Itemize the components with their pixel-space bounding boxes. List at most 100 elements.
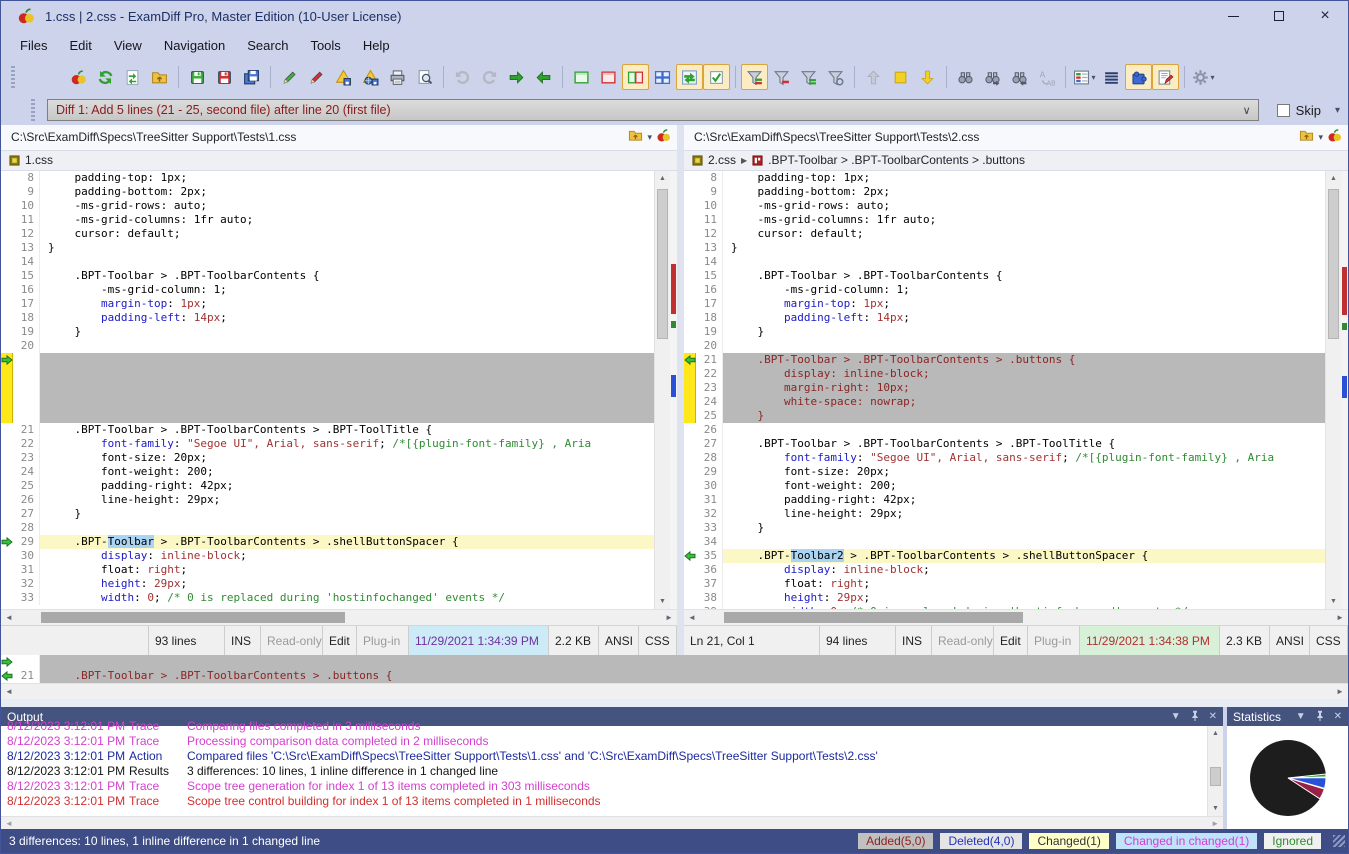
code-text[interactable]: -ms-grid-rows: auto; <box>723 199 1325 213</box>
output-row[interactable]: 8/12/2023 3:12:01 PMTraceComparing files… <box>1 719 1207 734</box>
breadcrumb-item[interactable]: .BPT-Toolbar > .BPT-ToolbarContents > .b… <box>768 153 1025 167</box>
close-button[interactable]: × <box>1302 1 1348 31</box>
code-text[interactable] <box>40 339 654 353</box>
code-text[interactable]: padding-left: 14px; <box>723 311 1325 325</box>
open-files-button[interactable] <box>146 64 173 90</box>
code-text[interactable]: padding-bottom: 2px; <box>40 185 654 199</box>
chevron-down-icon[interactable]: ▾ <box>647 132 652 143</box>
code-text[interactable] <box>723 255 1325 269</box>
toolbar-grip[interactable] <box>11 66 15 88</box>
output-row[interactable]: 8/12/2023 3:12:01 PMActionCompared files… <box>1 749 1207 764</box>
editor-options-button[interactable] <box>1152 64 1179 90</box>
code-text[interactable]: -ms-grid-column: 1; <box>723 283 1325 297</box>
compare-icon[interactable] <box>1327 128 1342 146</box>
menu-help[interactable]: Help <box>352 34 401 57</box>
output-row[interactable]: 8/12/2023 3:12:01 PMTraceScope tree cont… <box>1 794 1207 809</box>
menu-search[interactable]: Search <box>236 34 299 57</box>
code-text[interactable]: display: inline-block; <box>723 563 1325 577</box>
open-file-icon[interactable] <box>1299 128 1314 146</box>
scroll-left-icon[interactable]: ◄ <box>684 613 700 622</box>
scroll-left-icon[interactable]: ◄ <box>1 687 17 696</box>
code-text[interactable]: .BPT-Toolbar > .BPT-ToolbarContents > .s… <box>40 535 654 549</box>
first-diff-map[interactable] <box>670 171 677 609</box>
scroll-down-icon[interactable]: ▼ <box>1326 594 1341 609</box>
grid-view-button[interactable] <box>649 64 676 90</box>
second-vertical-scrollbar[interactable]: ▲▼ <box>1325 171 1341 609</box>
pin-icon[interactable] <box>1315 710 1325 724</box>
current-diff-horizontal-scrollbar[interactable]: ◄► <box>1 683 1348 699</box>
code-text[interactable]: display: inline-block; <box>40 549 654 563</box>
second-horizontal-scrollbar[interactable]: ◄► <box>684 609 1348 625</box>
code-text[interactable]: } <box>723 325 1325 339</box>
code-text[interactable]: width: 0; /* 0 is replaced during 'hosti… <box>40 591 654 605</box>
menu-edit[interactable]: Edit <box>58 34 102 57</box>
first-vertical-scrollbar[interactable]: ▲▼ <box>654 171 670 609</box>
close-panel-icon[interactable]: ✕ <box>1209 711 1217 722</box>
settings-button[interactable]: ▾ <box>1190 64 1217 90</box>
code-text[interactable]: } <box>40 241 654 255</box>
diffbar-grip[interactable] <box>31 99 35 121</box>
plugins-button[interactable] <box>1125 64 1152 90</box>
save-first-button[interactable] <box>184 64 211 90</box>
code-text[interactable]: .BPT-Toolbar > .BPT-ToolbarContents { <box>40 269 654 283</box>
scroll-right-icon[interactable]: ► <box>1332 613 1348 622</box>
scroll-thumb[interactable] <box>1328 189 1339 339</box>
breadcrumb-item[interactable]: 2.css <box>708 153 736 167</box>
code-text[interactable] <box>723 535 1325 549</box>
filter-search-button[interactable] <box>822 64 849 90</box>
code-text[interactable]: } <box>723 409 1325 423</box>
code-text[interactable]: cursor: default; <box>40 227 654 241</box>
output-vertical-scrollbar[interactable]: ▲ ▼ <box>1207 726 1223 816</box>
pane-splitter[interactable] <box>677 125 684 655</box>
filter-changed-button[interactable] <box>795 64 822 90</box>
print-button[interactable] <box>384 64 411 90</box>
scroll-thumb[interactable] <box>1210 767 1221 787</box>
swap-files-button[interactable] <box>119 64 146 90</box>
diff-selector-combo[interactable]: Diff 1: Add 5 lines (21 - 25, second fil… <box>47 99 1259 121</box>
save-both-button[interactable] <box>238 64 265 90</box>
chevron-down-icon[interactable]: ▾ <box>1318 132 1323 143</box>
chevron-down-icon[interactable]: ∨ <box>1236 104 1258 117</box>
code-text[interactable]: margin-right: 10px; <box>723 381 1325 395</box>
code-text[interactable] <box>40 353 654 367</box>
diff-type-badge[interactable]: Deleted(4,0) <box>940 833 1022 849</box>
save-second-button[interactable] <box>211 64 238 90</box>
scroll-right-icon[interactable]: ► <box>1211 819 1219 828</box>
code-text[interactable] <box>40 395 654 409</box>
first-horizontal-scrollbar[interactable]: ◄► <box>1 609 677 625</box>
find-button[interactable] <box>952 64 979 90</box>
output-row[interactable]: 8/12/2023 3:12:01 PMTraceScope tree gene… <box>1 779 1207 794</box>
scroll-thumb[interactable] <box>657 189 668 339</box>
code-text[interactable]: font-family: "Segoe UI", Arial, sans-ser… <box>723 451 1325 465</box>
output-row[interactable]: 8/12/2023 3:12:01 PMTraceProcessing comp… <box>1 734 1207 749</box>
code-text[interactable]: font-weight: 200; <box>723 479 1325 493</box>
view-options-button[interactable]: ▾ <box>1071 64 1098 90</box>
code-text[interactable]: } <box>723 521 1325 535</box>
diff-type-badge[interactable]: Changed in changed(1) <box>1116 833 1257 849</box>
code-text[interactable]: .BPT-Toolbar > .BPT-ToolbarContents { <box>723 269 1325 283</box>
code-text[interactable]: } <box>723 241 1325 255</box>
minimize-button[interactable] <box>1210 1 1256 31</box>
scroll-up-icon[interactable]: ▲ <box>655 171 670 186</box>
next-difference-button[interactable] <box>914 64 941 90</box>
code-text[interactable]: cursor: default; <box>723 227 1325 241</box>
compare-button[interactable] <box>65 64 92 90</box>
split-view-button[interactable] <box>622 64 649 90</box>
code-text[interactable]: padding-bottom: 2px; <box>723 185 1325 199</box>
breadcrumb-item[interactable]: 1.css <box>25 153 53 167</box>
current-difference-button[interactable] <box>887 64 914 90</box>
publish-differences-button[interactable] <box>357 64 384 90</box>
code-text[interactable]: -ms-grid-columns: 1fr auto; <box>40 213 654 227</box>
synchronized-scrolling-button[interactable] <box>676 64 703 90</box>
code-text[interactable]: font-family: "Segoe UI", Arial, sans-ser… <box>40 437 654 451</box>
code-text[interactable]: .BPT-Toolbar > .BPT-ToolbarContents > .b… <box>723 353 1325 367</box>
menu-view[interactable]: View <box>103 34 153 57</box>
code-text[interactable] <box>40 367 654 381</box>
code-text[interactable]: padding-right: 42px; <box>40 479 654 493</box>
skip-checkbox[interactable]: Skip <box>1277 103 1321 118</box>
scroll-left-icon[interactable]: ◄ <box>5 819 13 828</box>
code-text[interactable]: padding-top: 1px; <box>723 171 1325 185</box>
scroll-thumb[interactable] <box>41 612 345 623</box>
resize-grip[interactable] <box>1333 835 1345 847</box>
menu-navigation[interactable]: Navigation <box>153 34 236 57</box>
